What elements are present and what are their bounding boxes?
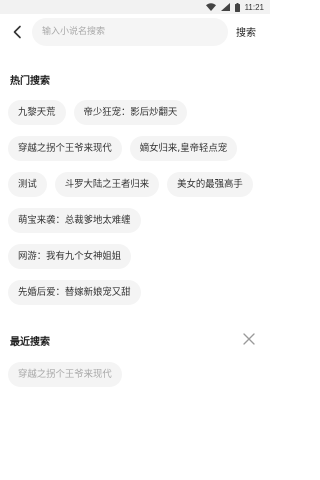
status-icons: 11:21 <box>205 1 264 13</box>
hot-search-tag[interactable]: 斗罗大陆之王者归来 <box>54 172 160 197</box>
recent-search-title: 最近搜索 <box>10 337 50 348</box>
wifi-icon <box>205 3 216 11</box>
status-bar: 11:21 <box>0 0 270 14</box>
battery-icon <box>234 2 240 12</box>
signal-icon <box>220 3 230 11</box>
search-button[interactable]: 搜索 <box>236 24 256 39</box>
hot-search-tag[interactable]: 美女的最强高手 <box>167 172 253 197</box>
hot-search-title: 热门搜索 <box>10 76 50 87</box>
back-button[interactable] <box>0 14 34 52</box>
search-input[interactable] <box>32 18 228 46</box>
close-icon <box>243 330 255 349</box>
hot-search-tag[interactable]: 网游：我有九个女神姐姐 <box>8 244 132 269</box>
hot-search-tag[interactable]: 九黎天荒 <box>8 100 66 125</box>
hot-search-tag[interactable]: 先婚后爱：替嫁新娘宠又甜 <box>8 280 141 305</box>
hot-search-tag[interactable]: 穿越之拐个王爷来现代 <box>8 136 122 161</box>
hot-search-tag[interactable]: 萌宝来袭：总裁爹地太难缠 <box>8 208 141 233</box>
recent-search-tags: 穿越之拐个王爷来现代 <box>8 362 262 387</box>
hot-search-tag[interactable]: 测试 <box>8 172 47 197</box>
status-time: 11:21 <box>244 2 264 12</box>
chevron-left-icon <box>12 24 22 43</box>
hot-search-tag[interactable]: 帝少狂宠：影后炒翻天 <box>73 100 188 125</box>
clear-history-button[interactable] <box>242 332 256 346</box>
hot-search-tag[interactable]: 嫡女归来,皇帝轻点宠 <box>129 136 238 161</box>
hot-search-tags: 九黎天荒 帝少狂宠：影后炒翻天 穿越之拐个王爷来现代 嫡女归来,皇帝轻点宠 测试… <box>8 100 262 305</box>
recent-search-tag[interactable]: 穿越之拐个王爷来现代 <box>8 362 122 387</box>
